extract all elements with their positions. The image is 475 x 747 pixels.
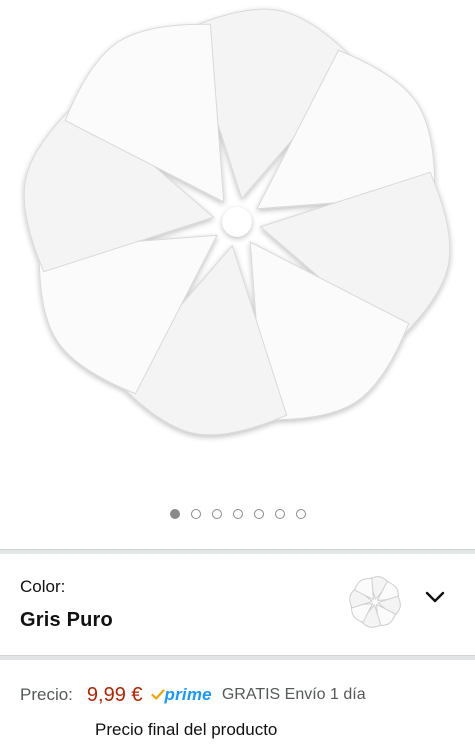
price-row: Precio: 9,99 € prime GRATIS Envío 1 día — [20, 682, 366, 708]
carousel-dot[interactable] — [211, 509, 222, 519]
color-label: Color: — [20, 577, 66, 596]
prime-badge: prime — [150, 685, 212, 705]
carousel-dot[interactable] — [253, 509, 264, 519]
divider-top — [0, 549, 475, 554]
carousel-dot[interactable] — [232, 509, 243, 519]
color-swatch-thumbnail[interactable] — [348, 575, 402, 629]
color-variation-selector[interactable]: Color: Gris Puro — [0, 557, 475, 653]
color-value: Gris Puro — [20, 609, 113, 631]
prime-check-icon — [150, 689, 165, 700]
prime-label: prime — [164, 685, 212, 704]
shipping-text: GRATIS Envío 1 día — [221, 686, 366, 703]
price-label: Precio: — [20, 685, 73, 704]
carousel-dot[interactable] — [190, 509, 201, 519]
flower-center — [222, 207, 252, 237]
carousel-dots — [0, 509, 475, 525]
price-value: 9,99 € — [86, 683, 143, 706]
product-image — [23, 8, 451, 436]
product-image-carousel[interactable] — [0, 0, 475, 500]
carousel-dot[interactable] — [295, 509, 306, 519]
flower-center — [373, 600, 377, 604]
final-price-note: Precio final del producto — [95, 720, 278, 739]
carousel-dot-active[interactable] — [169, 509, 180, 519]
carousel-dot[interactable] — [274, 509, 285, 519]
chevron-down-icon[interactable] — [424, 589, 446, 605]
divider-bottom — [0, 655, 475, 660]
